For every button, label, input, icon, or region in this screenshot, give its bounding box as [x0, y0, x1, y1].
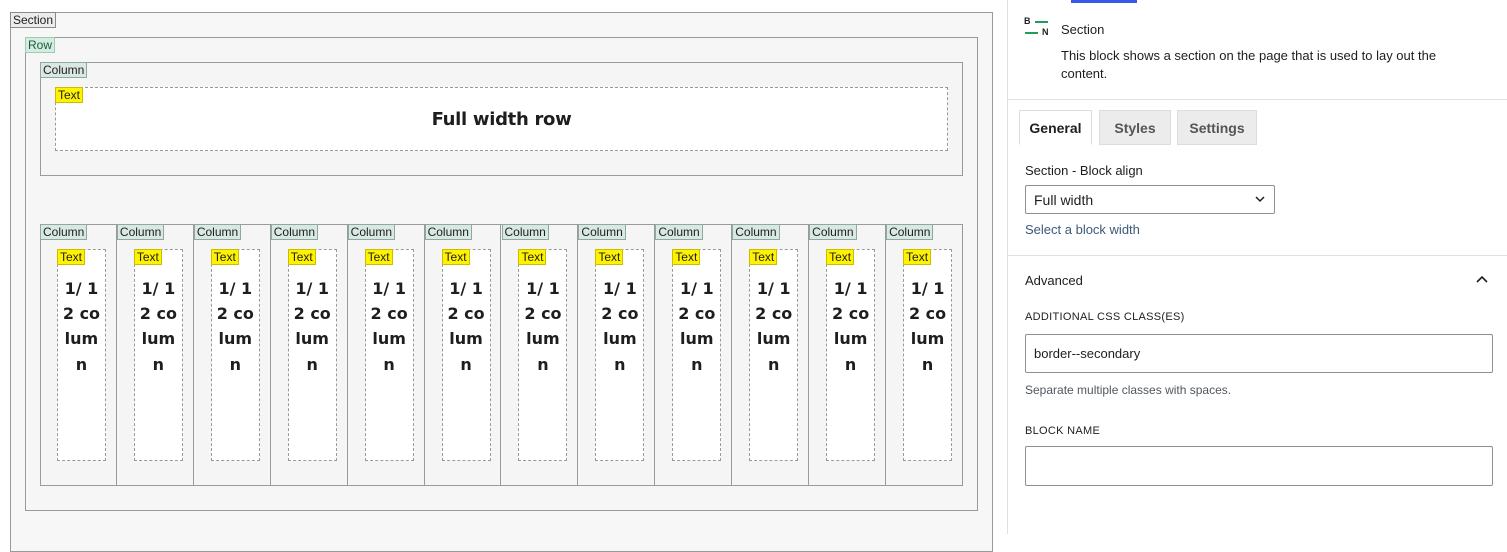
block-name-input[interactable]: [1025, 446, 1493, 486]
text-tag[interactable]: Text: [826, 249, 855, 265]
text-tag[interactable]: Text: [518, 249, 547, 265]
tab-styles[interactable]: Styles: [1099, 110, 1171, 145]
column-tag[interactable]: Column: [886, 224, 934, 240]
block-description: This block shows a section on the page t…: [1061, 48, 1437, 81]
twelfth-column-text-block[interactable]: 1/ 12 column: [441, 249, 491, 461]
column-tag[interactable]: Column: [732, 224, 780, 240]
text-tag[interactable]: Text: [672, 249, 701, 265]
text-tag[interactable]: Text: [364, 249, 393, 265]
text-tag[interactable]: Text: [55, 87, 84, 103]
text-tag[interactable]: Text: [56, 249, 85, 265]
logo-letter-n: N: [1042, 27, 1049, 37]
chevron-down-icon: [1255, 196, 1265, 203]
column-tag[interactable]: Column: [501, 224, 549, 240]
column-tag[interactable]: Column: [116, 224, 165, 240]
twelfth-column-text-block[interactable]: 1/ 12 column: [287, 249, 337, 461]
column-tag[interactable]: Column: [655, 224, 703, 240]
text-tag[interactable]: Text: [595, 249, 624, 265]
advanced-panel-title[interactable]: Advanced: [1025, 273, 1083, 288]
css-classes-input[interactable]: border--secondary: [1025, 334, 1493, 373]
twelfth-column-text-block[interactable]: 1/ 12 column: [749, 249, 799, 461]
twelfth-column-text-block[interactable]: 1/ 12 column: [133, 249, 183, 461]
block-logo-icon: B N: [1024, 16, 1050, 40]
column-tag[interactable]: Column: [347, 224, 396, 240]
text-tag[interactable]: Text: [133, 249, 162, 265]
divider: [1008, 255, 1507, 256]
logo-letter-b: B: [1024, 16, 1031, 26]
chevron-up-icon[interactable]: [1474, 272, 1490, 288]
column-tag[interactable]: Column: [424, 224, 472, 240]
block-inspector: B N Section This block shows a section o…: [1007, 0, 1507, 534]
block-name-label: BLOCK NAME: [1025, 425, 1101, 437]
column-tag[interactable]: Column: [40, 224, 88, 240]
twelfth-column-text-block[interactable]: 1/ 12 column: [826, 249, 876, 461]
editor-canvas: Section Row Column Full width row Text C…: [0, 0, 1006, 552]
block-align-help: Select a block width: [1025, 222, 1140, 237]
css-classes-label: ADDITIONAL CSS CLASS(ES): [1025, 311, 1185, 323]
text-tag[interactable]: Text: [749, 249, 778, 265]
section-tag[interactable]: Section: [10, 12, 57, 28]
block-align-select[interactable]: Full width: [1025, 185, 1275, 214]
text-tag[interactable]: Text: [210, 249, 239, 265]
css-classes-help: Separate multiple classes with spaces.: [1025, 383, 1232, 397]
column-tag[interactable]: Column: [809, 224, 857, 240]
css-classes-value: border--secondary: [1034, 346, 1141, 361]
column-tag[interactable]: Column: [270, 224, 319, 240]
twelfth-column-text-block[interactable]: 1/ 12 column: [56, 249, 106, 461]
column-tag[interactable]: Column: [578, 224, 626, 240]
block-card: B N Section This block shows a section o…: [1008, 0, 1507, 100]
column-tag[interactable]: Column: [40, 62, 88, 78]
column-tag[interactable]: Column: [193, 224, 242, 240]
twelfth-column-text-block[interactable]: 1/ 12 column: [595, 249, 645, 461]
block-align-label: Section - Block align: [1025, 163, 1143, 178]
twelfth-column-text-block[interactable]: 1/ 12 column: [364, 249, 414, 461]
text-tag[interactable]: Text: [441, 249, 470, 265]
twelfth-column-text-block[interactable]: 1/ 12 column: [210, 249, 260, 461]
tab-settings[interactable]: Settings: [1177, 110, 1257, 145]
twelfth-column-text-block[interactable]: 1/ 12 column: [672, 249, 722, 461]
full-width-text-block[interactable]: Full width row: [55, 87, 948, 151]
twelfth-column-text-block[interactable]: 1/ 12 column: [903, 249, 953, 461]
block-align-value: Full width: [1034, 192, 1094, 208]
row-tag[interactable]: Row: [25, 37, 56, 53]
text-tag[interactable]: Text: [903, 249, 932, 265]
text-tag[interactable]: Text: [287, 249, 316, 265]
block-title: Section: [1061, 22, 1105, 37]
twelfth-column-text-block[interactable]: 1/ 12 column: [518, 249, 568, 461]
tab-general[interactable]: General: [1019, 110, 1092, 145]
